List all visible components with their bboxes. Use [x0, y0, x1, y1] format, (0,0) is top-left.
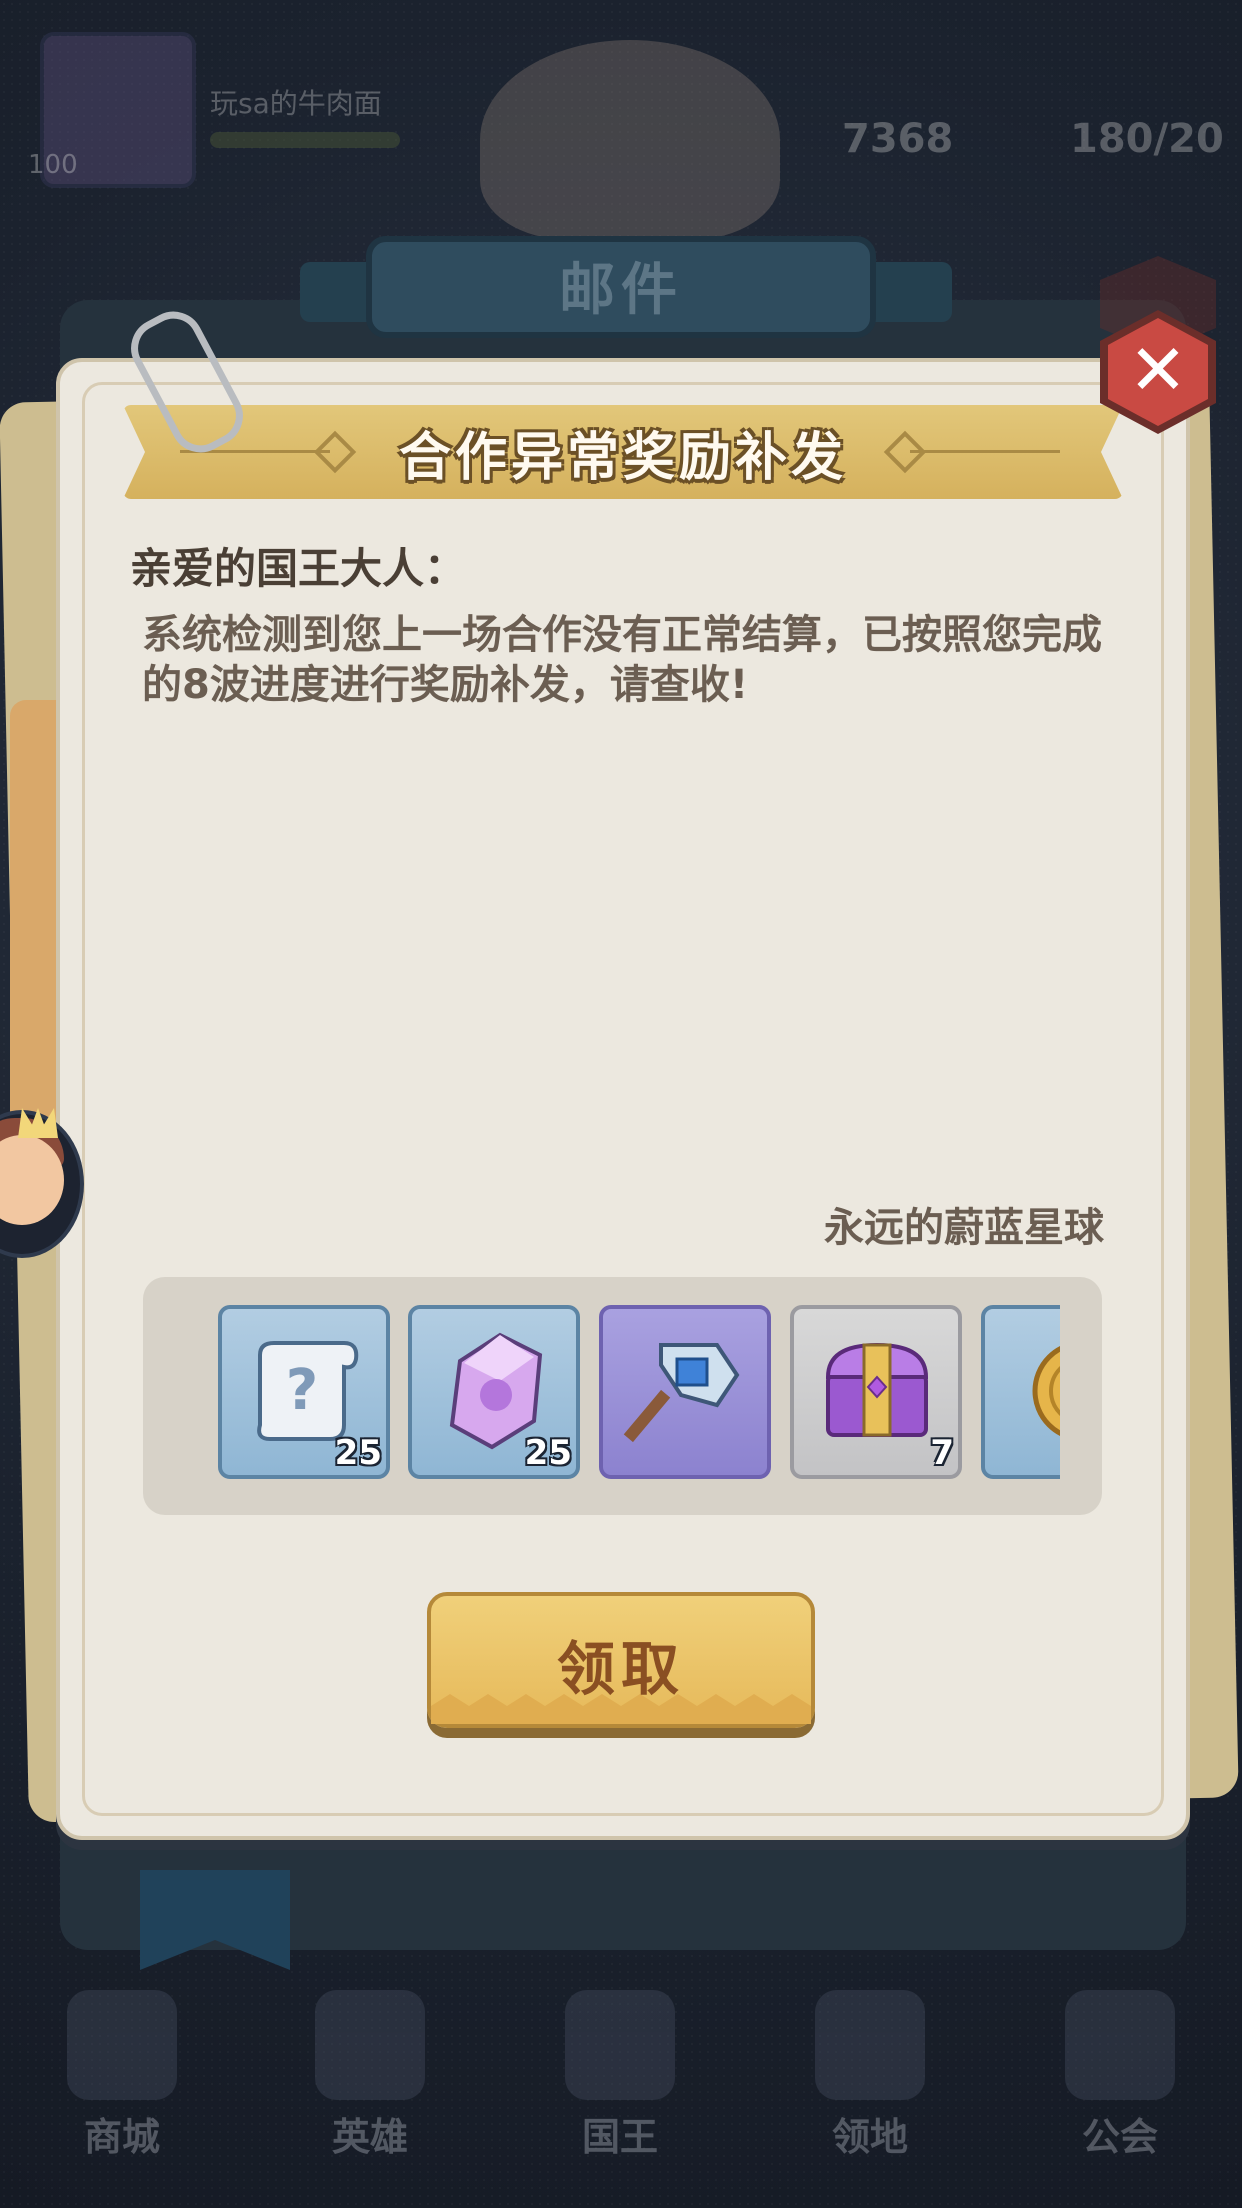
heroes-icon — [315, 1990, 425, 2100]
nav-item-guild: 公会 — [1040, 1990, 1200, 2161]
nav-label: 英雄 — [331, 2115, 408, 2159]
claim-button-label: 领取 — [556, 1635, 685, 1703]
reward-item-coin[interactable] — [981, 1305, 1060, 1479]
nav-item-shop: 商城 — [42, 1990, 202, 2161]
castle-icon — [815, 1990, 925, 2100]
player-exp-bar — [210, 132, 400, 148]
reward-item-scroll[interactable]: ? 25 — [218, 1305, 390, 1479]
reward-item-chest[interactable]: 7 — [790, 1305, 962, 1479]
nav-item-heroes: 英雄 — [290, 1990, 450, 2161]
claim-button[interactable]: 领取 — [427, 1592, 815, 1728]
gold-coin-icon — [1032, 1346, 1060, 1436]
nav-item-territory: 领地 — [790, 1990, 950, 2161]
close-button[interactable]: ✕ — [1100, 310, 1216, 434]
energy-counter: 180/20 — [1070, 116, 1224, 162]
nav-label: 领地 — [831, 2115, 908, 2159]
treasure-chest-icon — [825, 1342, 929, 1437]
mail-sender: 永远的蔚蓝星球 — [824, 1205, 1104, 1251]
close-icon: ✕ — [1128, 329, 1188, 411]
player-level: 100 — [28, 150, 78, 180]
nav-label: 商城 — [83, 2115, 160, 2159]
reward-count: 7 — [930, 1433, 954, 1473]
player-name: 玩sa的牛肉面 — [210, 87, 382, 120]
reward-list-viewport[interactable]: ? 25 25 7 — [218, 1305, 1060, 1491]
mail-tab-title: 邮件 — [559, 258, 683, 323]
nav-item-king: 国王 — [540, 1990, 700, 2161]
coin-counter: 7368 — [842, 116, 954, 162]
svg-text:?: ? — [286, 1358, 318, 1423]
nav-label: 公会 — [1081, 2115, 1158, 2159]
king-icon — [565, 1990, 675, 2100]
crown-icon — [18, 1108, 58, 1138]
mail-body: 系统检测到您上一场合作没有正常结算，已按照您完成的8波进度进行奖励补发，请查收! — [142, 612, 1102, 708]
mail-title: 合作异常奖励补发 — [398, 428, 847, 488]
shop-icon — [67, 1990, 177, 2100]
mail-owl-icon — [480, 40, 780, 240]
nav-label: 国王 — [581, 2115, 658, 2159]
reward-count: 25 — [334, 1433, 382, 1473]
hammer-icon — [623, 1343, 740, 1443]
guild-icon — [1065, 1990, 1175, 2100]
reward-count: 25 — [524, 1433, 572, 1473]
mail-greeting: 亲爱的国王大人： — [130, 544, 467, 593]
reward-item-hammer[interactable] — [599, 1305, 771, 1479]
reward-item-crystal[interactable]: 25 — [408, 1305, 580, 1479]
